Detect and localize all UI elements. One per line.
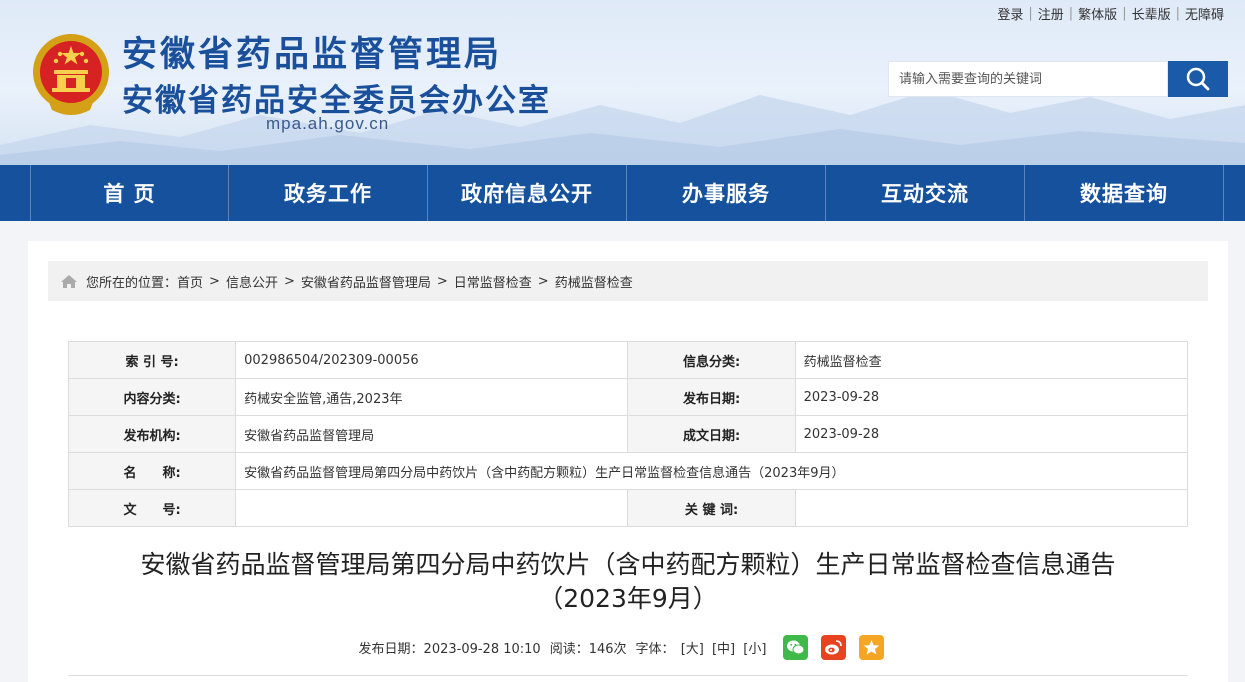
home-icon: [60, 274, 78, 289]
article-views: 阅读：146次: [549, 642, 627, 657]
table-row: 发布机构: 安徽省药品监督管理局 成文日期: 2023-09-28: [67, 415, 1189, 453]
share-buttons: [783, 635, 897, 660]
breadcrumb-separator: >: [283, 273, 295, 289]
wechat-icon: [787, 640, 805, 655]
category-label: 信息分类:: [627, 341, 796, 379]
breadcrumb-prefix: 您所在的位置：: [86, 275, 178, 291]
weibo-share-button[interactable]: [821, 635, 847, 660]
content-category-label: 内容分类:: [67, 378, 237, 416]
search-button[interactable]: [1168, 61, 1228, 97]
keywords-value: [794, 489, 1189, 527]
weibo-icon: [825, 640, 843, 655]
content-divider: [68, 675, 1188, 676]
font-size-large[interactable]: [大]: [681, 642, 704, 657]
table-row: 索 引 号: 002986504/202309-00056 信息分类: 药械监督…: [67, 341, 1189, 379]
content-panel: 您所在的位置： 首页 > 信息公开 > 安徽省药品监督管理局 > 日常监督检查 …: [28, 241, 1228, 682]
article-date: 发布日期：2023-09-28 10:10: [358, 642, 541, 657]
main-nav: 首 页 政务工作 政府信息公开 办事服务 互动交流 数据查询: [0, 165, 1245, 221]
wechat-share-button[interactable]: [783, 635, 809, 660]
search-icon: [1186, 67, 1210, 91]
created-date-label: 成文日期:: [627, 415, 796, 453]
nav-government-work[interactable]: 政务工作: [229, 165, 428, 221]
publish-date-label: 发布日期:: [627, 378, 796, 416]
national-emblem-icon: [33, 34, 109, 115]
breadcrumb-separator: >: [209, 273, 220, 289]
table-row: 内容分类: 药械安全监管,通告,2023年 发布日期: 2023-09-28: [67, 378, 1189, 416]
nav-home[interactable]: 首 页: [30, 165, 229, 221]
traditional-chinese-link[interactable]: 繁体版: [1073, 4, 1122, 23]
index-value: 002986504/202309-00056: [235, 341, 629, 379]
article-title-line1: 安徽省药品监督管理局第四分局中药饮片（含中药配方颗粒）生产日常监督检查信息通告: [140, 550, 1116, 579]
register-link[interactable]: 注册: [1033, 4, 1069, 23]
name-label: 名 称:: [67, 452, 237, 490]
table-row: 名 称: 安徽省药品监督管理局第四分局中药饮片（含中药配方颗粒）生产日常监督检查…: [67, 452, 1188, 490]
accessibility-link[interactable]: 无障碍: [1180, 4, 1229, 23]
nav-services[interactable]: 办事服务: [627, 165, 826, 221]
nav-info-disclosure[interactable]: 政府信息公开: [428, 165, 627, 221]
site-title-primary: 安徽省药品监督管理局: [122, 35, 503, 75]
font-size-medium[interactable]: [中]: [712, 642, 735, 657]
top-links: 登录 | 注册 | 繁体版 | 长辈版 | 无障碍: [992, 4, 1229, 23]
breadcrumb-home[interactable]: 首页: [177, 272, 203, 291]
index-label: 索 引 号:: [67, 341, 237, 379]
created-date-value: 2023-09-28: [794, 415, 1189, 453]
search-input[interactable]: [888, 61, 1168, 97]
article-meta: 发布日期：2023-09-28 10:10 阅读：146次 字体： [大] [中…: [28, 635, 1228, 660]
article-title-line2: （2023年9月）: [538, 584, 718, 613]
article-title: 安徽省药品监督管理局第四分局中药饮片（含中药配方颗粒）生产日常监督检查信息通告 …: [68, 548, 1188, 616]
site-header: 登录 | 注册 | 繁体版 | 长辈版 | 无障碍 安徽省药品监督管理局 安徽省…: [0, 0, 1245, 165]
font-size-label: 字体：: [635, 642, 675, 657]
star-icon: [864, 640, 880, 655]
metadata-table: 索 引 号: 002986504/202309-00056 信息分类: 药械监督…: [67, 341, 1189, 527]
doc-number-value: [235, 489, 629, 527]
content-category-value: 药械安全监管,通告,2023年: [235, 378, 629, 416]
breadcrumb-separator: >: [436, 273, 448, 289]
keywords-label: 关 键 词:: [627, 489, 796, 527]
name-value: 安徽省药品监督管理局第四分局中药饮片（含中药配方颗粒）生产日常监督检查信息通告（…: [235, 452, 1188, 490]
font-size-controls: 字体： [大] [中] [小]: [636, 638, 769, 657]
doc-number-label: 文 号:: [67, 489, 237, 527]
breadcrumb-bureau[interactable]: 安徽省药品监督管理局: [301, 272, 431, 291]
table-row: 文 号: 关 键 词:: [67, 489, 1189, 527]
org-label: 发布机构:: [67, 415, 237, 453]
breadcrumb: 您所在的位置： 首页 > 信息公开 > 安徽省药品监督管理局 > 日常监督检查 …: [48, 261, 1208, 301]
search-bar: [888, 61, 1228, 97]
favorite-button[interactable]: [859, 635, 885, 660]
publish-date-value: 2023-09-28: [794, 378, 1189, 416]
nav-interaction[interactable]: 互动交流: [826, 165, 1025, 221]
category-value: 药械监督检查: [794, 341, 1189, 379]
breadcrumb-drug-device-inspection[interactable]: 药械监督检查: [555, 272, 633, 291]
elderly-version-link[interactable]: 长辈版: [1127, 4, 1176, 23]
org-value: 安徽省药品监督管理局: [235, 415, 629, 453]
nav-data-query[interactable]: 数据查询: [1025, 165, 1224, 221]
site-url: mpa.ah.gov.cn: [266, 114, 390, 133]
font-size-small[interactable]: [小]: [743, 642, 766, 657]
breadcrumb-info-disclosure[interactable]: 信息公开: [226, 272, 278, 291]
breadcrumb-daily-inspection[interactable]: 日常监督检查: [454, 272, 532, 291]
breadcrumb-separator: >: [537, 273, 549, 289]
login-link[interactable]: 登录: [992, 4, 1028, 23]
